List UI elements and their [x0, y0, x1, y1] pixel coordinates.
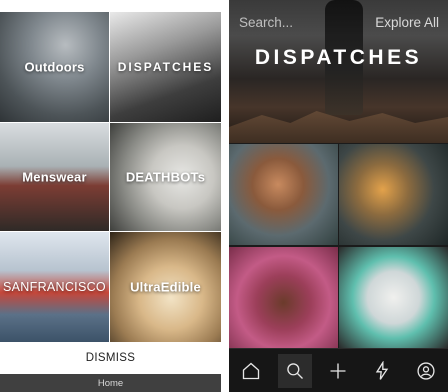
- profile-icon: [417, 361, 435, 380]
- tab-search[interactable]: [277, 353, 312, 388]
- tab-bar: [229, 348, 448, 392]
- hero-title: DISPATCHES: [254, 46, 423, 69]
- tab-activity[interactable]: [365, 354, 399, 388]
- search-icon: [286, 362, 303, 379]
- search-bar: Explore All: [239, 12, 439, 32]
- tile-san-francisco[interactable]: SANFRANCISCO: [0, 232, 109, 342]
- search-input[interactable]: [239, 14, 349, 30]
- tab-add[interactable]: [321, 354, 355, 388]
- category-screen: Outdoors DISPATCHES Menswear DEATHBOTs S…: [0, 0, 221, 392]
- photo-tile-soldier-with-baby[interactable]: [229, 247, 338, 348]
- photo-tile-painted-face[interactable]: [339, 247, 448, 348]
- photo-grid: [229, 143, 448, 348]
- tile-label: DISPATCHES: [117, 60, 214, 74]
- dispatches-screen: Explore All DISPATCHES: [229, 0, 448, 392]
- tab-home[interactable]: [234, 354, 268, 388]
- photo-tile-fisherman-raft[interactable]: [339, 144, 448, 245]
- tile-outdoors[interactable]: Outdoors: [0, 12, 109, 122]
- tile-ultraedible[interactable]: UltraEdible: [110, 232, 221, 342]
- tile-dispatches[interactable]: DISPATCHES: [110, 12, 221, 122]
- plus-icon: [330, 363, 346, 378]
- tile-label: SANFRANCISCO: [3, 280, 106, 294]
- tab-profile[interactable]: [409, 354, 443, 388]
- dismiss-button[interactable]: DISMISS: [0, 342, 221, 374]
- explore-all-link[interactable]: Explore All: [375, 15, 439, 30]
- home-icon: [242, 362, 260, 379]
- lightning-icon: [376, 360, 389, 380]
- tile-label: UltraEdible: [130, 279, 201, 295]
- tile-menswear[interactable]: Menswear: [0, 123, 109, 231]
- home-button[interactable]: Home: [0, 374, 221, 392]
- tile-label: DEATHBOTs: [125, 169, 206, 185]
- tile-deathbots[interactable]: DEATHBOTs: [110, 123, 221, 231]
- tile-label: Outdoors: [24, 59, 85, 75]
- tile-label: Menswear: [22, 169, 87, 185]
- photo-tile-child-in-blanket[interactable]: [229, 144, 338, 245]
- pane-divider: [221, 0, 229, 392]
